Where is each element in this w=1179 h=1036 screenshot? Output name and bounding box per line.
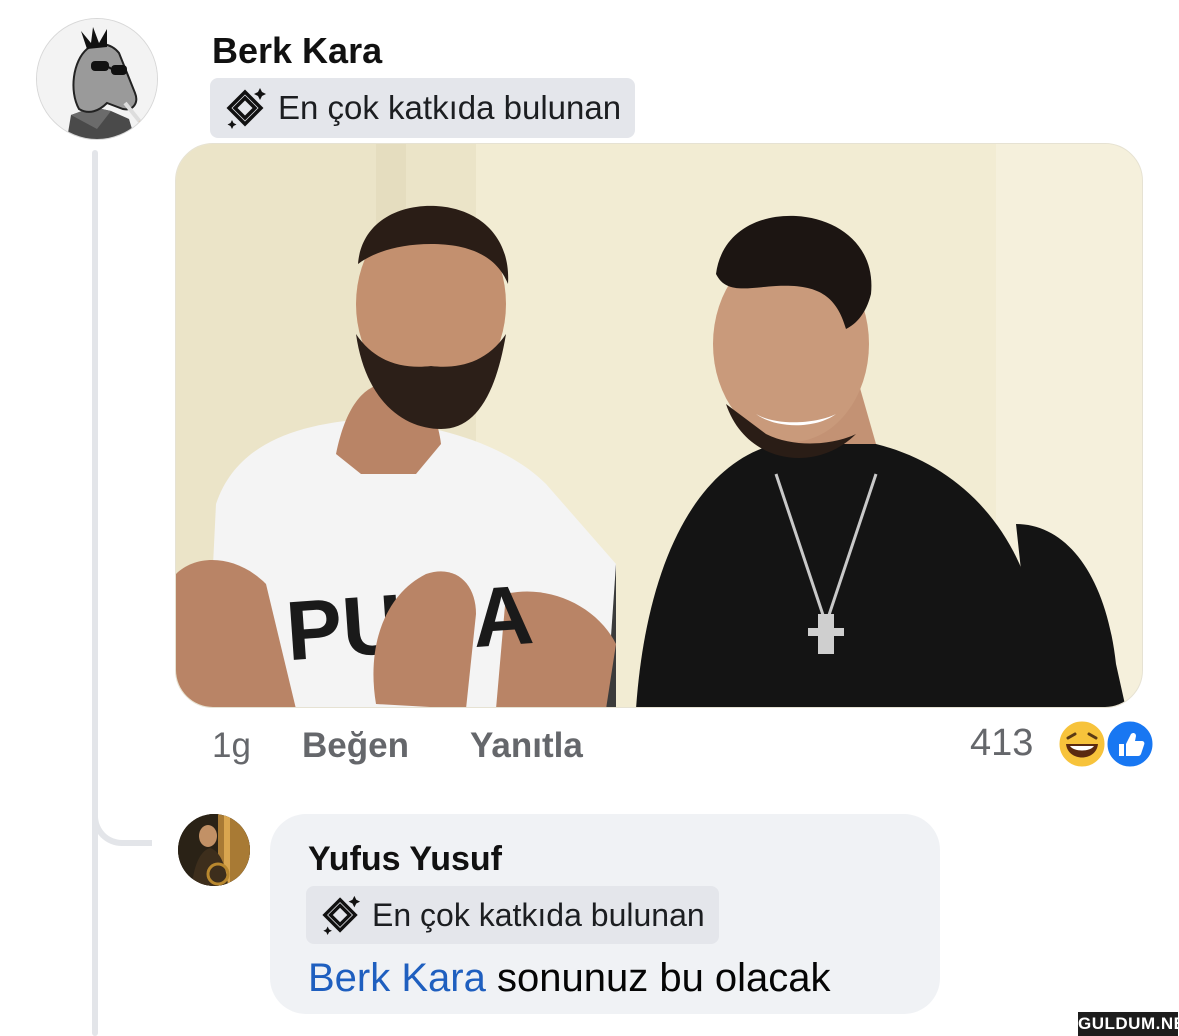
- top-contributor-badge: En çok katkıda bulunan: [210, 78, 636, 138]
- comment-timestamp: 1g: [212, 726, 251, 765]
- reaction-count[interactable]: 413: [970, 722, 1033, 765]
- horse-cartoon-avatar-icon: [37, 19, 157, 139]
- reply-author-name[interactable]: Yufus Yusuf: [308, 840, 502, 879]
- reply-button[interactable]: Yanıtla: [470, 726, 583, 766]
- person-photo-avatar-icon: [178, 814, 250, 886]
- photo-attachment[interactable]: PUMA: [175, 143, 1143, 708]
- badge-label: En çok katkıda bulunan: [372, 896, 705, 933]
- reply-text: Berk Kara sonunuz bu olacak: [308, 956, 831, 1001]
- laughing-emoji-icon: [1056, 718, 1108, 770]
- reply-avatar[interactable]: [178, 814, 250, 886]
- badge-label: En çok katkıda bulunan: [278, 89, 622, 126]
- mention-link[interactable]: Berk Kara: [308, 956, 486, 1000]
- diamond-sparkle-icon: [322, 895, 361, 936]
- photo-illustration: PUMA: [176, 144, 1142, 707]
- thumbs-up-icon: [1104, 718, 1156, 770]
- thread-line: [92, 150, 98, 1036]
- thread-connector-curve: [92, 770, 152, 846]
- diamond-sparkle-icon: [226, 88, 266, 129]
- reply-top-contributor-badge: En çok katkıda bulunan: [306, 886, 719, 944]
- like-button[interactable]: Beğen: [302, 726, 409, 766]
- avatar[interactable]: [36, 18, 158, 140]
- site-watermark: GULDUM.NET: [1078, 1012, 1179, 1036]
- reply-message: sonunuz bu olacak: [485, 956, 831, 1000]
- reactions-summary[interactable]: [1056, 718, 1158, 770]
- comment-author-name[interactable]: Berk Kara: [212, 30, 382, 72]
